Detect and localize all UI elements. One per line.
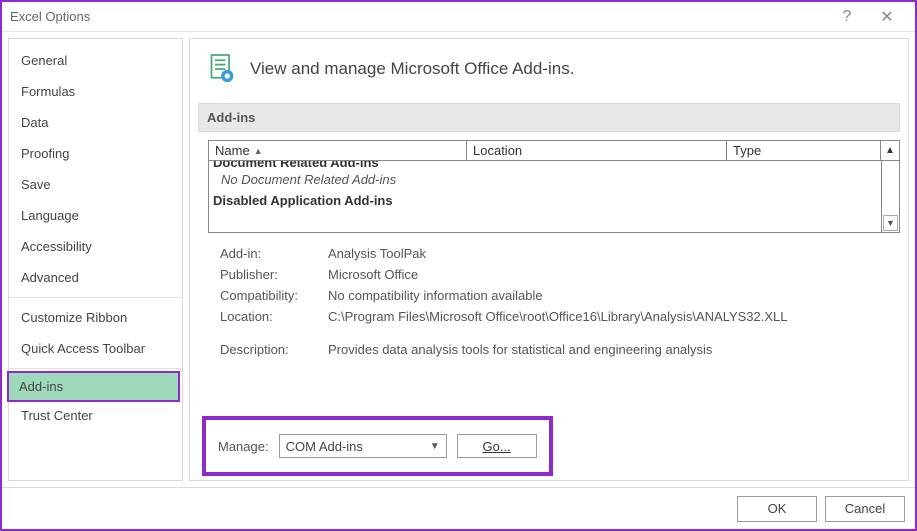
detail-row-addin: Add-in: Analysis ToolPak bbox=[220, 243, 890, 264]
sidebar-item-label: Proofing bbox=[21, 146, 69, 161]
sidebar-item-label: Trust Center bbox=[21, 408, 93, 423]
help-icon: ? bbox=[843, 8, 852, 26]
sidebar-item-label: Add-ins bbox=[19, 379, 63, 394]
sidebar-item-label: Accessibility bbox=[21, 239, 92, 254]
addins-table: Name ▲ Location Type ▲ Document Related … bbox=[208, 140, 900, 233]
sidebar-item-label: Save bbox=[21, 177, 51, 192]
detail-label: Add-in: bbox=[220, 246, 328, 261]
list-empty-message: No Document Related Add-ins bbox=[211, 170, 881, 189]
addins-list[interactable]: Document Related Add-ins No Document Rel… bbox=[208, 161, 900, 233]
detail-row-compatibility: Compatibility: No compatibility informat… bbox=[220, 285, 890, 306]
sidebar-item-accessibility[interactable]: Accessibility bbox=[9, 231, 182, 262]
page-heading: View and manage Microsoft Office Add-ins… bbox=[250, 59, 574, 79]
detail-row-description: Description: Provides data analysis tool… bbox=[220, 339, 890, 360]
sidebar-item-label: Language bbox=[21, 208, 79, 223]
detail-label: Publisher: bbox=[220, 267, 328, 282]
detail-value-publisher: Microsoft Office bbox=[328, 267, 890, 282]
sidebar-item-customize-ribbon[interactable]: Customize Ribbon bbox=[9, 302, 182, 333]
sidebar-item-label: Formulas bbox=[21, 84, 75, 99]
sidebar-item-label: Customize Ribbon bbox=[21, 310, 127, 325]
sidebar-item-general[interactable]: General bbox=[9, 45, 182, 76]
section-addins: Add-ins bbox=[198, 103, 900, 132]
sidebar-item-add-ins[interactable]: Add-ins bbox=[7, 371, 180, 402]
scrollbar-thumb[interactable] bbox=[882, 161, 899, 214]
manage-combobox[interactable]: COM Add-ins ▼ bbox=[279, 434, 447, 458]
button-label: OK bbox=[768, 501, 787, 516]
column-header-label: Location bbox=[473, 143, 522, 158]
help-button[interactable]: ? bbox=[827, 3, 867, 31]
column-header-type[interactable]: Type bbox=[727, 141, 881, 160]
column-header-label: Name bbox=[215, 143, 250, 158]
detail-row-publisher: Publisher: Microsoft Office bbox=[220, 264, 890, 285]
sidebar-item-formulas[interactable]: Formulas bbox=[9, 76, 182, 107]
column-header-location[interactable]: Location bbox=[467, 141, 727, 160]
table-header: Name ▲ Location Type ▲ bbox=[208, 140, 900, 161]
cancel-button[interactable]: Cancel bbox=[825, 496, 905, 522]
sidebar-item-data[interactable]: Data bbox=[9, 107, 182, 138]
go-button[interactable]: Go... bbox=[457, 434, 537, 458]
category-sidebar: General Formulas Data Proofing Save Lang… bbox=[8, 38, 183, 481]
scroll-up-button[interactable]: ▲ bbox=[881, 141, 899, 160]
sidebar-item-save[interactable]: Save bbox=[9, 169, 182, 200]
sidebar-divider bbox=[9, 368, 182, 369]
sidebar-item-label: General bbox=[21, 53, 67, 68]
detail-value-compatibility: No compatibility information available bbox=[328, 288, 890, 303]
sidebar-item-language[interactable]: Language bbox=[9, 200, 182, 231]
detail-value-location: C:\Program Files\Microsoft Office\root\O… bbox=[328, 309, 890, 324]
column-header-label: Type bbox=[733, 143, 761, 158]
dialog-footer: OK Cancel bbox=[2, 487, 915, 529]
sidebar-item-proofing[interactable]: Proofing bbox=[9, 138, 182, 169]
manage-addins-row: Manage: COM Add-ins ▼ Go... bbox=[202, 416, 553, 476]
scroll-down-button[interactable]: ▼ bbox=[883, 215, 898, 231]
addins-page-icon bbox=[208, 53, 236, 85]
page-header: View and manage Microsoft Office Add-ins… bbox=[190, 39, 908, 103]
close-button[interactable]: ✕ bbox=[867, 3, 907, 31]
column-header-name[interactable]: Name ▲ bbox=[209, 141, 467, 160]
detail-label: Location: bbox=[220, 309, 328, 324]
detail-label: Compatibility: bbox=[220, 288, 328, 303]
addin-details: Add-in: Analysis ToolPak Publisher: Micr… bbox=[220, 243, 890, 360]
vertical-scrollbar[interactable]: ▼ bbox=[881, 161, 899, 232]
chevron-down-icon: ▼ bbox=[430, 441, 440, 452]
window-title: Excel Options bbox=[10, 9, 827, 24]
sidebar-item-label: Data bbox=[21, 115, 48, 130]
sidebar-item-trust-center[interactable]: Trust Center bbox=[9, 400, 182, 431]
list-group-document-related: Document Related Add-ins bbox=[211, 161, 881, 170]
ok-button[interactable]: OK bbox=[737, 496, 817, 522]
list-group-disabled: Disabled Application Add-ins bbox=[211, 189, 881, 208]
titlebar: Excel Options ? ✕ bbox=[2, 2, 915, 32]
sidebar-divider bbox=[9, 297, 182, 298]
manage-selected-value: COM Add-ins bbox=[286, 439, 363, 454]
manage-label: Manage: bbox=[218, 439, 269, 454]
button-label: Cancel bbox=[845, 501, 885, 516]
detail-row-location: Location: C:\Program Files\Microsoft Off… bbox=[220, 306, 890, 327]
close-icon: ✕ bbox=[880, 7, 893, 27]
sidebar-item-advanced[interactable]: Advanced bbox=[9, 262, 182, 293]
sidebar-item-quick-access-toolbar[interactable]: Quick Access Toolbar bbox=[9, 333, 182, 364]
detail-value-addin: Analysis ToolPak bbox=[328, 246, 890, 261]
sidebar-item-label: Quick Access Toolbar bbox=[21, 341, 145, 356]
detail-value-description: Provides data analysis tools for statist… bbox=[328, 342, 890, 357]
detail-label: Description: bbox=[220, 342, 328, 357]
main-panel: View and manage Microsoft Office Add-ins… bbox=[189, 38, 909, 481]
sort-asc-icon: ▲ bbox=[254, 146, 263, 156]
go-button-label: Go... bbox=[483, 439, 511, 454]
dialog-body: General Formulas Data Proofing Save Lang… bbox=[2, 32, 915, 487]
sidebar-item-label: Advanced bbox=[21, 270, 79, 285]
